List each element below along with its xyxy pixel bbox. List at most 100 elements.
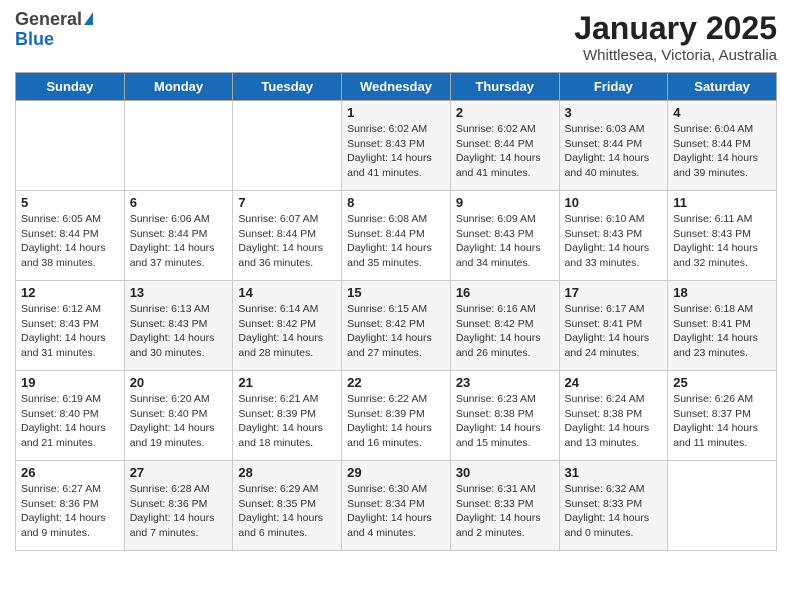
day-info: Sunrise: 6:11 AMSunset: 8:43 PMDaylight:… (673, 212, 771, 271)
calendar-cell: 17 Sunrise: 6:17 AMSunset: 8:41 PMDayligh… (559, 281, 668, 371)
day-number: 5 (21, 195, 119, 210)
day-info: Sunrise: 6:30 AMSunset: 8:34 PMDaylight:… (347, 482, 445, 541)
weekday-header-thursday: Thursday (450, 73, 559, 101)
day-info: Sunrise: 6:06 AMSunset: 8:44 PMDaylight:… (130, 212, 228, 271)
calendar-cell: 19Sunrise: 6:19 AMSunset: 8:40 PMDayligh… (16, 371, 125, 461)
day-info: Sunrise: 6:21 AMSunset: 8:39 PMDaylight:… (238, 392, 336, 451)
day-info: Sunrise: 6:16 AMSunset: 8:42 PMDaylight:… (456, 302, 554, 361)
weekday-header-sunday: Sunday (16, 73, 125, 101)
weekday-header-monday: Monday (124, 73, 233, 101)
day-number: 1 (347, 105, 445, 120)
calendar-cell: 22Sunrise: 6:22 AMSunset: 8:39 PMDayligh… (342, 371, 451, 461)
day-number: 14 (238, 285, 336, 300)
day-info: Sunrise: 6:22 AMSunset: 8:39 PMDaylight:… (347, 392, 445, 451)
day-number: 4 (673, 105, 771, 120)
calendar-week-3: 12Sunrise: 6:12 AMSunset: 8:43 PMDayligh… (16, 281, 777, 371)
day-info: Sunrise: 6:24 AMSunset: 8:38 PMDaylight:… (565, 392, 663, 451)
logo-blue-text: Blue (15, 29, 54, 49)
day-number: 21 (238, 375, 336, 390)
day-info: Sunrise: 6:13 AMSunset: 8:43 PMDaylight:… (130, 302, 228, 361)
day-info: Sunrise: 6:28 AMSunset: 8:36 PMDaylight:… (130, 482, 228, 541)
weekday-header-friday: Friday (559, 73, 668, 101)
day-number: 8 (347, 195, 445, 210)
calendar-cell: 13 Sunrise: 6:13 AMSunset: 8:43 PMDayligh… (124, 281, 233, 371)
calendar-cell: 12Sunrise: 6:12 AMSunset: 8:43 PMDayligh… (16, 281, 125, 371)
day-number: 27 (130, 465, 228, 480)
day-number: 20 (130, 375, 228, 390)
calendar-week-4: 19Sunrise: 6:19 AMSunset: 8:40 PMDayligh… (16, 371, 777, 461)
day-info: Sunrise: 6:19 AMSunset: 8:40 PMDaylight:… (21, 392, 119, 451)
day-info: Sunrise: 6:15 AMSunset: 8:42 PMDaylight:… (347, 302, 445, 361)
calendar-cell (124, 101, 233, 191)
calendar-cell: 8 Sunrise: 6:08 AMSunset: 8:44 PMDaylight… (342, 191, 451, 281)
logo-general-line: General (15, 10, 93, 30)
calendar-cell: 27 Sunrise: 6:28 AMSunset: 8:36 PMDayligh… (124, 461, 233, 551)
day-number: 28 (238, 465, 336, 480)
calendar-cell: 4 Sunrise: 6:04 AMSunset: 8:44 PMDaylight… (668, 101, 777, 191)
title-block: January 2025 Whittlesea, Victoria, Austr… (574, 10, 777, 64)
calendar-cell: 5 Sunrise: 6:05 AMSunset: 8:44 PMDaylight… (16, 191, 125, 281)
day-number: 31 (565, 465, 663, 480)
day-number: 16 (456, 285, 554, 300)
calendar-cell: 26 Sunrise: 6:27 AMSunset: 8:36 PMDayligh… (16, 461, 125, 551)
day-number: 26 (21, 465, 119, 480)
calendar-cell: 16 Sunrise: 6:16 AMSunset: 8:42 PMDayligh… (450, 281, 559, 371)
calendar-cell: 23Sunrise: 6:23 AMSunset: 8:38 PMDayligh… (450, 371, 559, 461)
weekday-header-tuesday: Tuesday (233, 73, 342, 101)
day-info: Sunrise: 6:10 AMSunset: 8:43 PMDaylight:… (565, 212, 663, 271)
day-info: Sunrise: 6:03 AMSunset: 8:44 PMDaylight:… (565, 122, 663, 181)
day-number: 2 (456, 105, 554, 120)
day-info: Sunrise: 6:09 AMSunset: 8:43 PMDaylight:… (456, 212, 554, 271)
calendar-cell: 3 Sunrise: 6:03 AMSunset: 8:44 PMDaylight… (559, 101, 668, 191)
calendar-week-5: 26 Sunrise: 6:27 AMSunset: 8:36 PMDayligh… (16, 461, 777, 551)
day-info: Sunrise: 6:20 AMSunset: 8:40 PMDaylight:… (130, 392, 228, 451)
logo: General Blue (15, 10, 93, 50)
logo-general-text: General (15, 9, 82, 29)
day-number: 3 (565, 105, 663, 120)
day-info: Sunrise: 6:17 AMSunset: 8:41 PMDaylight:… (565, 302, 663, 361)
day-info: Sunrise: 6:02 AMSunset: 8:43 PMDaylight:… (347, 122, 445, 181)
day-info: Sunrise: 6:07 AMSunset: 8:44 PMDaylight:… (238, 212, 336, 271)
calendar-cell: 24 Sunrise: 6:24 AMSunset: 8:38 PMDayligh… (559, 371, 668, 461)
calendar-cell: 18 Sunrise: 6:18 AMSunset: 8:41 PMDayligh… (668, 281, 777, 371)
day-number: 7 (238, 195, 336, 210)
logo-blue-line: Blue (15, 30, 93, 50)
calendar-cell: 6 Sunrise: 6:06 AMSunset: 8:44 PMDaylight… (124, 191, 233, 281)
day-info: Sunrise: 6:04 AMSunset: 8:44 PMDaylight:… (673, 122, 771, 181)
weekday-header-wednesday: Wednesday (342, 73, 451, 101)
day-info: Sunrise: 6:14 AMSunset: 8:42 PMDaylight:… (238, 302, 336, 361)
day-number: 6 (130, 195, 228, 210)
logo-triangle-icon (84, 12, 93, 25)
calendar-cell: 11Sunrise: 6:11 AMSunset: 8:43 PMDayligh… (668, 191, 777, 281)
day-info: Sunrise: 6:29 AMSunset: 8:35 PMDaylight:… (238, 482, 336, 541)
calendar-cell: 14 Sunrise: 6:14 AMSunset: 8:42 PMDayligh… (233, 281, 342, 371)
day-info: Sunrise: 6:08 AMSunset: 8:44 PMDaylight:… (347, 212, 445, 271)
day-info: Sunrise: 6:27 AMSunset: 8:36 PMDaylight:… (21, 482, 119, 541)
day-number: 17 (565, 285, 663, 300)
day-number: 13 (130, 285, 228, 300)
calendar-title: January 2025 (574, 10, 777, 47)
day-number: 23 (456, 375, 554, 390)
calendar-week-1: 1 Sunrise: 6:02 AMSunset: 8:43 PMDaylight… (16, 101, 777, 191)
calendar-cell (233, 101, 342, 191)
weekday-header-saturday: Saturday (668, 73, 777, 101)
calendar-cell: 7 Sunrise: 6:07 AMSunset: 8:44 PMDaylight… (233, 191, 342, 281)
calendar-cell: 10Sunrise: 6:10 AMSunset: 8:43 PMDayligh… (559, 191, 668, 281)
day-number: 25 (673, 375, 771, 390)
day-info: Sunrise: 6:12 AMSunset: 8:43 PMDaylight:… (21, 302, 119, 361)
day-info: Sunrise: 6:05 AMSunset: 8:44 PMDaylight:… (21, 212, 119, 271)
calendar-table: SundayMondayTuesdayWednesdayThursdayFrid… (15, 72, 777, 551)
page-header: General Blue January 2025 Whittlesea, Vi… (15, 10, 777, 64)
day-number: 18 (673, 285, 771, 300)
calendar-cell: 30Sunrise: 6:31 AMSunset: 8:33 PMDayligh… (450, 461, 559, 551)
calendar-cell: 28 Sunrise: 6:29 AMSunset: 8:35 PMDayligh… (233, 461, 342, 551)
calendar-cell: 21 Sunrise: 6:21 AMSunset: 8:39 PMDayligh… (233, 371, 342, 461)
weekday-header-row: SundayMondayTuesdayWednesdayThursdayFrid… (16, 73, 777, 101)
day-info: Sunrise: 6:26 AMSunset: 8:37 PMDaylight:… (673, 392, 771, 451)
day-info: Sunrise: 6:18 AMSunset: 8:41 PMDaylight:… (673, 302, 771, 361)
day-number: 24 (565, 375, 663, 390)
day-info: Sunrise: 6:32 AMSunset: 8:33 PMDaylight:… (565, 482, 663, 541)
calendar-cell: 1 Sunrise: 6:02 AMSunset: 8:43 PMDaylight… (342, 101, 451, 191)
calendar-cell: 9 Sunrise: 6:09 AMSunset: 8:43 PMDaylight… (450, 191, 559, 281)
day-number: 9 (456, 195, 554, 210)
